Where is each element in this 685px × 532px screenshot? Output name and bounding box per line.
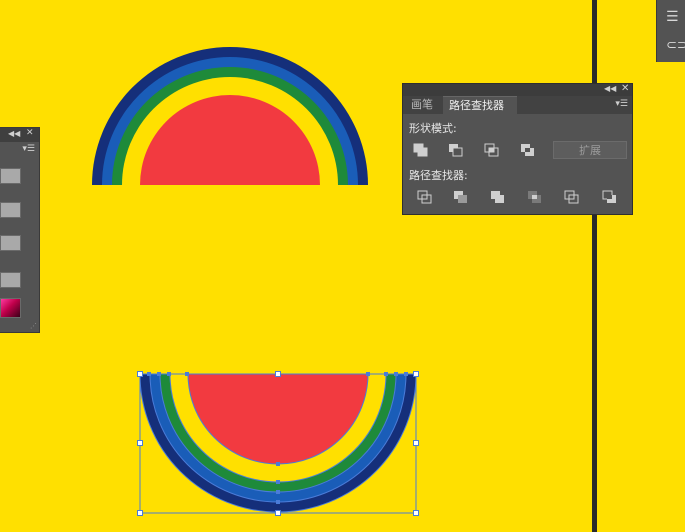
intersect-icon[interactable] xyxy=(484,143,500,157)
swatch[interactable] xyxy=(0,168,21,184)
merge-icon[interactable] xyxy=(490,190,506,204)
link-icon[interactable]: ⊂⊃ xyxy=(666,38,685,53)
panel-titlebar[interactable]: ◀◀ ✕ xyxy=(403,83,632,96)
panel-menu-icon[interactable]: ▾☰ xyxy=(615,99,628,109)
panel-header[interactable]: ◀◀ ✕ xyxy=(0,128,39,142)
crop-icon[interactable] xyxy=(527,190,543,204)
artboard-canvas[interactable] xyxy=(0,0,685,532)
close-icon[interactable]: ✕ xyxy=(621,83,629,94)
watermelon-shape[interactable] xyxy=(137,371,419,516)
minus-front-icon[interactable] xyxy=(448,143,464,157)
swatches-panel: ◀◀ ✕ ▾☰ ⋰ xyxy=(0,127,40,333)
pathfinders-label: 路径查找器: xyxy=(409,169,468,182)
tab-pathfinder[interactable]: 路径查找器 xyxy=(443,96,517,114)
swatch[interactable] xyxy=(0,235,21,251)
rainbow-shape[interactable] xyxy=(92,47,368,185)
shape-modes-label: 形状模式: xyxy=(409,122,457,135)
gradient-swatch[interactable] xyxy=(0,298,21,318)
double-chevron-left-icon[interactable]: ◀◀ xyxy=(604,84,616,93)
swatch[interactable] xyxy=(0,272,21,288)
divide-icon[interactable] xyxy=(417,190,433,204)
hamburger-icon[interactable]: ☰ xyxy=(666,10,679,24)
trim-icon[interactable] xyxy=(453,190,469,204)
swatch[interactable] xyxy=(0,202,21,218)
pathfinder-panel: ◀◀ ✕ 画笔 路径查找器 ▾☰ 形状模式: 扩展 路径查找器: xyxy=(402,83,633,215)
minus-back-icon[interactable] xyxy=(602,190,618,204)
outline-icon[interactable] xyxy=(564,190,580,204)
artboard-edge-line xyxy=(592,0,597,532)
expand-button[interactable]: 扩展 xyxy=(553,141,627,159)
right-dock: ☰ ⊂⊃ xyxy=(656,0,685,62)
tab-brushes[interactable]: 画笔 xyxy=(405,96,439,114)
panel-tabs: 画笔 路径查找器 ▾☰ xyxy=(403,96,632,114)
double-chevron-left-icon[interactable]: ◀◀ xyxy=(8,129,20,138)
unite-icon[interactable] xyxy=(413,143,429,157)
close-icon[interactable]: ✕ xyxy=(26,128,34,138)
panel-menu-icon[interactable]: ▾☰ xyxy=(22,144,35,154)
exclude-icon[interactable] xyxy=(520,143,536,157)
resize-grip-icon[interactable]: ⋰ xyxy=(30,322,37,330)
